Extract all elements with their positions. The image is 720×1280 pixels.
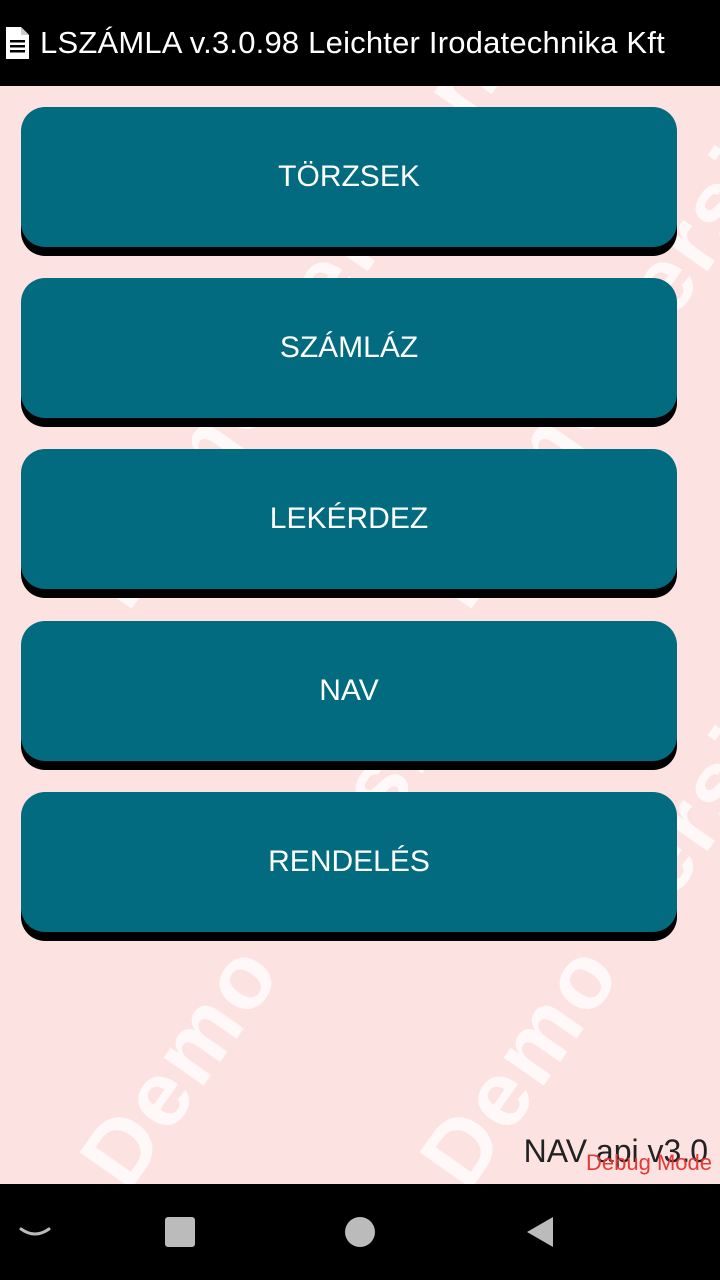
nav-button-label: NAV — [319, 674, 379, 707]
lekerdez-button[interactable]: LEKÉRDEZ — [21, 449, 677, 589]
app-titlebar: LSZÁMLA v.3.0.98 Leichter Irodatechnika … — [0, 0, 720, 86]
rendeles-button-label: RENDELÉS — [268, 845, 430, 878]
nav-button[interactable]: NAV — [21, 621, 677, 761]
szamlaz-button[interactable]: SZÁMLÁZ — [21, 278, 677, 418]
debug-mode-label: Debug Mode — [586, 1150, 712, 1175]
torzsek-button[interactable]: TÖRZSEK — [21, 107, 677, 247]
home-circle-icon[interactable] — [335, 1184, 385, 1280]
szamlaz-button-label: SZÁMLÁZ — [279, 331, 419, 364]
document-icon — [2, 25, 32, 61]
torzsek-button-label: TÖRZSEK — [278, 160, 420, 193]
system-navbar — [0, 1184, 720, 1280]
chevron-down-icon[interactable] — [10, 1184, 60, 1280]
main-content: Demo version Demo version Demo version D… — [0, 86, 720, 1184]
rendeles-button[interactable]: RENDELÉS — [21, 792, 677, 932]
app-title: LSZÁMLA v.3.0.98 Leichter Irodatechnika … — [40, 25, 665, 60]
recents-square-icon[interactable] — [155, 1184, 205, 1280]
back-triangle-icon[interactable] — [515, 1184, 565, 1280]
lekerdez-button-label: LEKÉRDEZ — [269, 502, 429, 535]
